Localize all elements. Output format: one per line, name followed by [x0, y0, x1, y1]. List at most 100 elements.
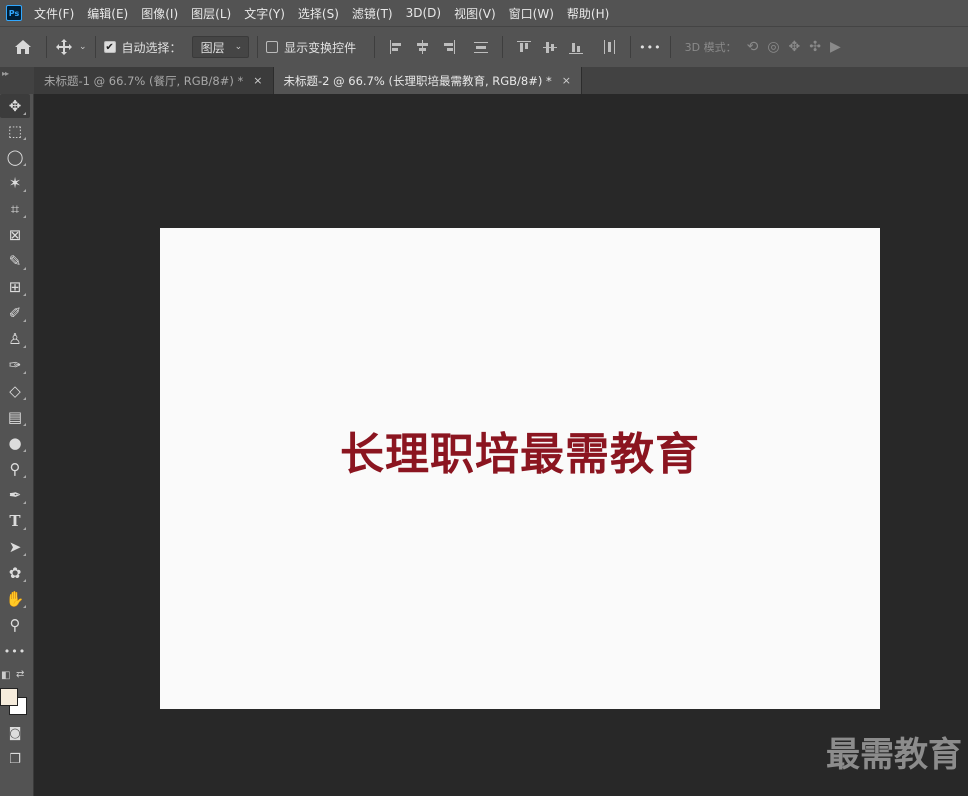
align-vertical-centers-icon[interactable] [542, 39, 558, 55]
menu-3d[interactable]: 3D(D) [406, 6, 441, 20]
zoom-tool[interactable]: ⚲ [0, 613, 30, 637]
home-icon[interactable] [8, 39, 38, 55]
separator [374, 36, 376, 58]
shape-tool[interactable]: ✿ [0, 561, 30, 585]
menu-file[interactable]: 文件(F) [34, 5, 74, 22]
auto-select-target-dropdown[interactable]: 图层 ⌄ [191, 36, 250, 58]
dodge-tool[interactable]: ⚲ [0, 457, 30, 481]
show-transform-controls-checkbox[interactable] [266, 41, 279, 53]
3d-slide-icon[interactable]: ✣ [809, 39, 821, 55]
crop-tool[interactable]: ⌗ [0, 197, 30, 221]
tab-document-2[interactable]: 未标题-2 @ 66.7% (长理职培最需教育, RGB/8#) * × [273, 67, 582, 94]
menu-view[interactable]: 视图(V) [454, 5, 496, 22]
separator [502, 36, 504, 58]
menu-layer[interactable]: 图层(L) [191, 5, 231, 22]
stamp-tool[interactable]: ♙ [0, 327, 30, 351]
eyedropper-icon: ✎ [8, 252, 22, 270]
screen-mode-button[interactable]: ❐ [0, 747, 30, 771]
tab-title: 未标题-1 @ 66.7% (餐厅, RGB/8#) * [44, 73, 244, 88]
eraser-icon: ◇ [9, 382, 21, 400]
move-tool[interactable]: ✥ [0, 94, 30, 118]
eraser-tool[interactable]: ◇ [0, 379, 30, 403]
foreground-color-swatch[interactable] [0, 688, 18, 706]
quick-mask-button[interactable]: ◙ [0, 721, 30, 745]
more-tools[interactable]: ••• [0, 639, 30, 663]
toolbar-header: ▸▸ [0, 67, 34, 94]
chevron-down-icon[interactable]: ⌄ [79, 42, 87, 52]
menu-window[interactable]: 窗口(W) [509, 5, 554, 22]
3d-camera-icon[interactable]: ▶ [830, 39, 841, 55]
3d-orbit-icon[interactable]: ⟲ [747, 39, 759, 55]
magic-wand-tool[interactable]: ✶ [0, 171, 30, 195]
close-icon[interactable]: × [562, 74, 571, 87]
screen-mode-icon: ❐ [9, 751, 21, 767]
tab-document-1[interactable]: 未标题-1 @ 66.7% (餐厅, RGB/8#) * × [34, 67, 274, 94]
gradient-tool[interactable]: ▤ [0, 405, 30, 429]
crop-icon: ⌗ [10, 200, 20, 218]
pen-icon: ✒ [8, 486, 22, 504]
show-transform-controls-label: 显示变换控件 [284, 40, 357, 55]
menu-bar: Ps 文件(F) 编辑(E) 图像(I) 图层(L) 文字(Y) 选择(S) 滤… [0, 0, 968, 26]
align-bottom-edges-icon[interactable] [568, 39, 584, 55]
collapse-panel-icon[interactable]: ▸▸ [2, 69, 9, 78]
gradient-icon: ▤ [7, 408, 23, 426]
document-text-layer[interactable]: 长理职培最需教育 [160, 418, 880, 482]
history-brush-tool[interactable]: ✑ [0, 353, 30, 377]
zoom-icon: ⚲ [9, 616, 21, 634]
shape-icon: ✿ [8, 564, 22, 582]
menu-type[interactable]: 文字(Y) [244, 5, 285, 22]
frame-tool[interactable]: ⊠ [0, 223, 30, 247]
eyedropper-tool[interactable]: ✎ [0, 249, 30, 273]
move-icon: ✥ [8, 97, 22, 115]
close-icon[interactable]: × [253, 74, 262, 87]
separator [257, 36, 259, 58]
menu-filter[interactable]: 滤镜(T) [352, 5, 393, 22]
3d-pan-icon[interactable]: ✥ [789, 39, 801, 55]
hand-tool[interactable]: ✋ [0, 587, 30, 611]
pen-tool[interactable]: ✒ [0, 483, 30, 507]
separator [669, 36, 671, 58]
move-tool-preset-icon[interactable]: ⌄ [55, 38, 87, 56]
separator [630, 36, 632, 58]
auto-select-checkbox[interactable]: ✔ [103, 41, 116, 53]
more-options-icon[interactable]: ••• [639, 41, 661, 54]
marquee-tool[interactable]: ⬚ [0, 119, 30, 143]
tools-panel: ✥ ⬚ ◯ ✶ ⌗ ⊠ ✎ ⊞ ✐ ♙ ✑ ◇ ▤ ● ⚲ ✒ T ➤ ✿ ✋ … [0, 94, 34, 796]
photoshop-logo-icon[interactable]: Ps [6, 5, 22, 21]
align-top-edges-icon[interactable] [516, 39, 532, 55]
document-canvas[interactable]: 长理职培最需教育 [160, 228, 880, 709]
distribute-horizontal-icon[interactable] [601, 39, 617, 55]
path-select-tool[interactable]: ➤ [0, 535, 30, 559]
menu-select[interactable]: 选择(S) [298, 5, 339, 22]
menu-edit[interactable]: 编辑(E) [87, 5, 128, 22]
quick-mask-icon: ◙ [8, 725, 22, 741]
options-bar: ⌄ ✔ 自动选择： 图层 ⌄ 显示变换控件 ••• 3D 模式： ⟲ ◎ ✥ ✣… [0, 26, 968, 67]
lasso-tool[interactable]: ◯ [0, 145, 30, 169]
stamp-icon: ♙ [8, 330, 22, 348]
more-icon: ••• [3, 644, 27, 658]
align-horizontal-centers-icon[interactable] [414, 39, 430, 55]
tab-title: 未标题-2 @ 66.7% (长理职培最需教育, RGB/8#) * [283, 73, 552, 88]
swap-colors-icon[interactable]: ⇄ [16, 669, 24, 680]
menu-image[interactable]: 图像(I) [141, 5, 178, 22]
frame-icon: ⊠ [8, 226, 22, 244]
history-brush-icon: ✑ [8, 356, 22, 374]
blur-tool[interactable]: ● [0, 431, 30, 455]
watermark-text: 最需教育 [826, 735, 962, 775]
menu-help[interactable]: 帮助(H) [567, 5, 609, 22]
healing-tool[interactable]: ⊞ [0, 275, 30, 299]
magic-wand-icon: ✶ [8, 174, 22, 192]
auto-select-target-value: 图层 [200, 40, 225, 55]
align-right-edges-icon[interactable] [440, 39, 456, 55]
type-tool[interactable]: T [0, 509, 30, 533]
align-left-edges-icon[interactable] [388, 39, 404, 55]
auto-select-label: 自动选择： [121, 40, 182, 55]
brush-tool[interactable]: ✐ [0, 301, 30, 325]
brush-icon: ✐ [8, 304, 22, 322]
distribute-vertical-icon[interactable] [473, 39, 489, 55]
3d-roll-icon[interactable]: ◎ [767, 39, 779, 55]
type-icon: T [9, 512, 21, 530]
separator [46, 36, 47, 58]
default-colors-icon[interactable]: ◧ [1, 670, 10, 681]
document-tab-bar: 未标题-1 @ 66.7% (餐厅, RGB/8#) * × 未标题-2 @ 6… [34, 67, 968, 94]
